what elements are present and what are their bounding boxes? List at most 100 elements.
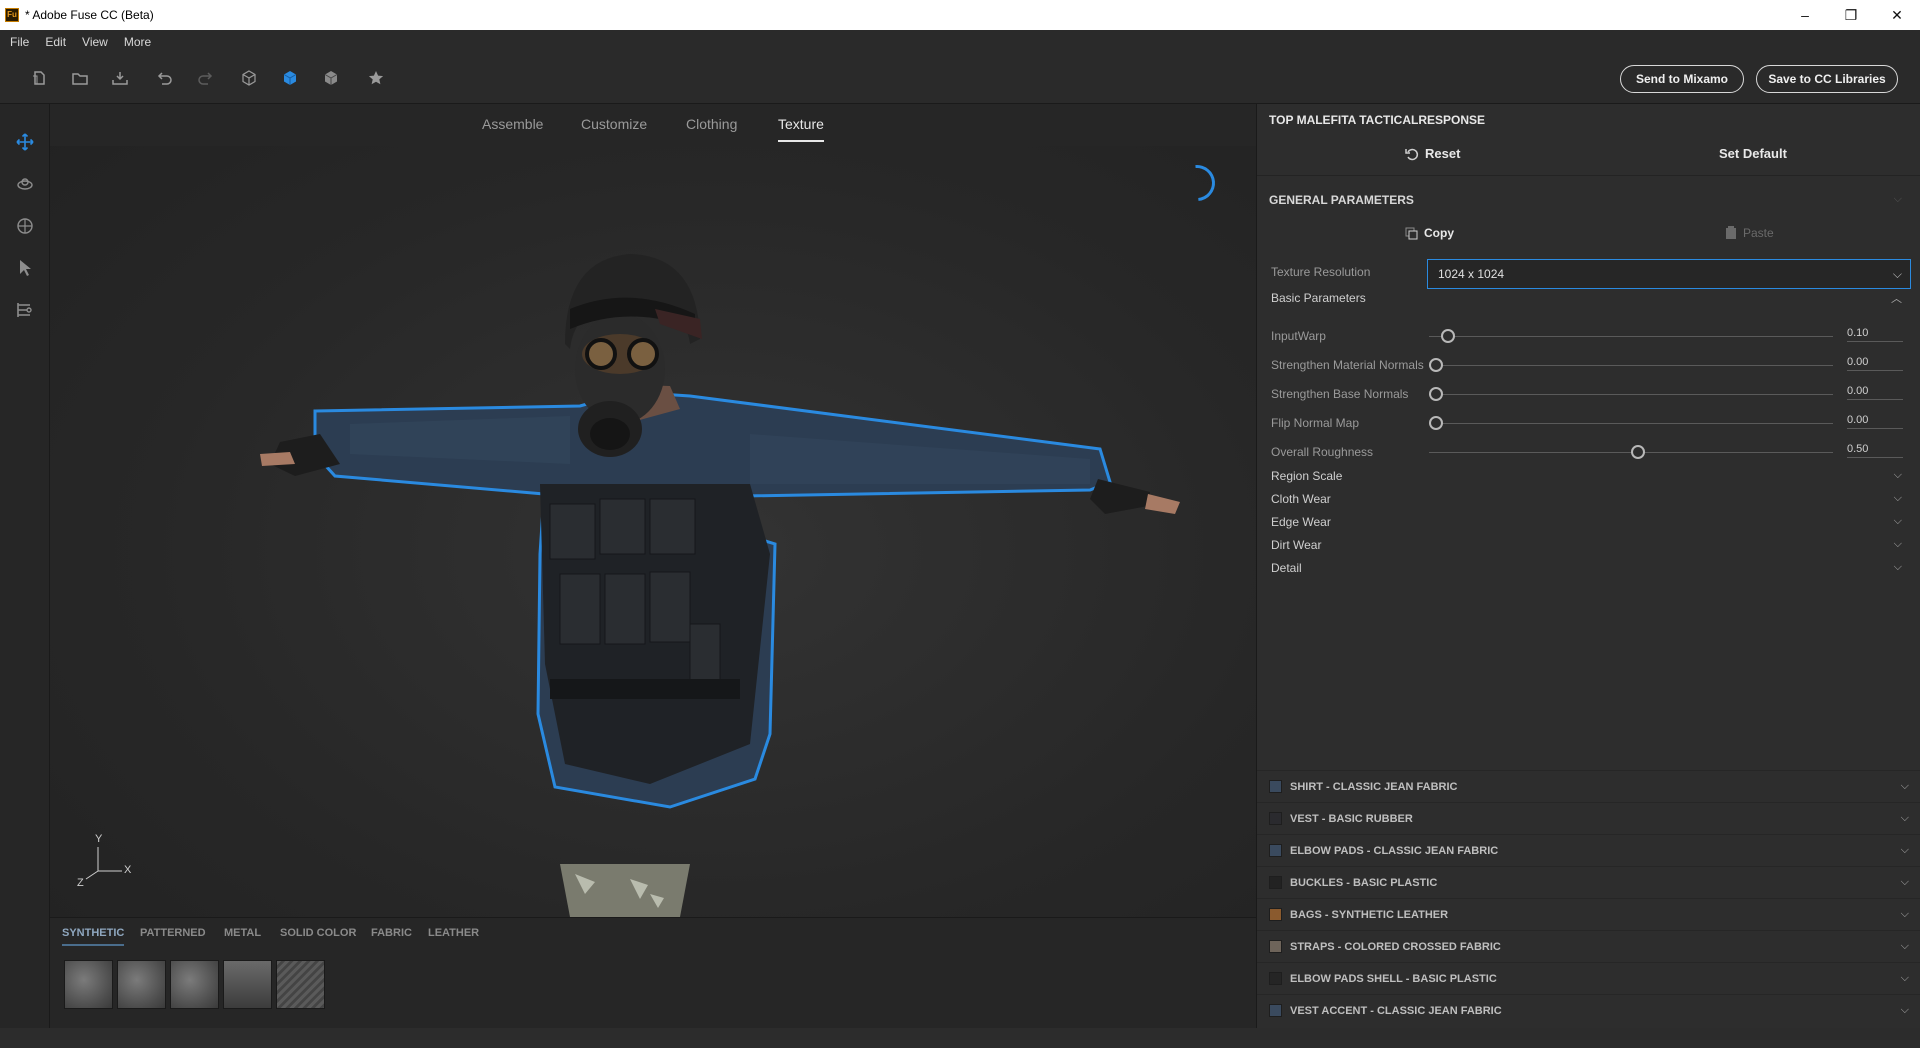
edge-wear-group[interactable]: Edge Wear xyxy=(1271,515,1331,529)
undo-icon[interactable] xyxy=(154,68,174,88)
basic-parameters-header[interactable]: Basic Parameters xyxy=(1271,291,1366,305)
detail-group[interactable]: Detail xyxy=(1271,561,1302,575)
copy-icon xyxy=(1405,227,1418,239)
chevron-down-icon: ⌵ xyxy=(1900,780,1909,792)
material-list-item[interactable]: STRAPS - COLORED CROSSED FABRIC ⌵ xyxy=(1257,930,1920,962)
textured-cube-icon[interactable] xyxy=(321,68,341,88)
texture-resolution-select[interactable]: 1024 x 1024 ⌵ xyxy=(1427,259,1911,289)
slider-label: Overall Roughness xyxy=(1271,445,1374,459)
target-icon[interactable] xyxy=(15,216,35,236)
paste-label: Paste xyxy=(1743,226,1774,240)
chevron-down-icon: ⌵ xyxy=(1893,538,1902,550)
solid-cube-icon[interactable] xyxy=(280,68,300,88)
orbit-icon[interactable] xyxy=(15,174,35,194)
menu-bar: File Edit View More xyxy=(0,30,1920,54)
slider-track[interactable] xyxy=(1429,336,1833,337)
chevron-down-icon: ⌵ xyxy=(1893,492,1902,504)
slider-label: Strengthen Base Normals xyxy=(1271,387,1409,401)
paste-button[interactable]: Paste xyxy=(1725,226,1774,240)
material-swatch[interactable] xyxy=(223,960,272,1009)
menu-view[interactable]: View xyxy=(82,35,108,49)
slider-value-field[interactable]: 0.00 xyxy=(1847,385,1903,400)
save-to-cc-libraries-button[interactable]: Save to CC Libraries xyxy=(1756,65,1898,93)
restore-button[interactable]: ❐ xyxy=(1828,0,1874,30)
material-list-item-label: ELBOW PADS SHELL - BASIC PLASTIC xyxy=(1290,972,1497,985)
slider-value-field[interactable]: 0.10 xyxy=(1847,327,1903,342)
send-to-mixamo-button[interactable]: Send to Mixamo xyxy=(1620,65,1744,93)
wireframe-cube-icon[interactable] xyxy=(239,68,259,88)
slider-track[interactable] xyxy=(1429,394,1833,395)
material-list-item[interactable]: ELBOW PADS - CLASSIC JEAN FABRIC ⌵ xyxy=(1257,834,1920,866)
material-tab-patterned[interactable]: PATTERNED xyxy=(140,927,206,939)
material-tab-leather[interactable]: LEATHER xyxy=(428,927,479,939)
material-swatch[interactable] xyxy=(64,960,113,1009)
new-icon[interactable] xyxy=(29,68,49,88)
material-list-item[interactable]: BAGS - SYNTHETIC LEATHER ⌵ xyxy=(1257,898,1920,930)
slider-handle[interactable] xyxy=(1429,416,1443,430)
material-list-item[interactable]: SHIRT - CLASSIC JEAN FABRIC ⌵ xyxy=(1257,770,1920,802)
slider-handle[interactable] xyxy=(1441,329,1456,343)
redo-icon[interactable] xyxy=(196,68,216,88)
render-settings-icon[interactable] xyxy=(15,300,35,320)
material-swatch[interactable] xyxy=(117,960,166,1009)
chevron-down-icon: ⌵ xyxy=(1893,469,1902,481)
material-list-item[interactable]: ELBOW PADS SHELL - BASIC PLASTIC ⌵ xyxy=(1257,962,1920,994)
chevron-down-icon: ⌵ xyxy=(1893,561,1902,573)
menu-edit[interactable]: Edit xyxy=(45,35,66,49)
material-list-item[interactable]: VEST ACCENT - CLASSIC JEAN FABRIC ⌵ xyxy=(1257,994,1920,1026)
cloth-wear-group[interactable]: Cloth Wear xyxy=(1271,492,1331,506)
material-tab-solid-color[interactable]: SOLID COLOR xyxy=(280,927,356,939)
slider-value-field[interactable]: 0.00 xyxy=(1847,414,1903,429)
menu-more[interactable]: More xyxy=(124,35,151,49)
texture-resolution-value: 1024 x 1024 xyxy=(1438,267,1505,281)
move-icon[interactable] xyxy=(15,132,35,152)
chevron-down-icon: ⌵ xyxy=(1900,972,1909,984)
close-button[interactable]: ✕ xyxy=(1874,0,1920,30)
slider-handle[interactable] xyxy=(1429,358,1443,372)
slider-value-field[interactable]: 0.00 xyxy=(1847,356,1903,371)
material-list-item-label: SHIRT - CLASSIC JEAN FABRIC xyxy=(1290,780,1458,793)
material-list-item[interactable]: VEST - BASIC RUBBER ⌵ xyxy=(1257,802,1920,834)
material-list-item-label: ELBOW PADS - CLASSIC JEAN FABRIC xyxy=(1290,844,1499,857)
region-scale-group[interactable]: Region Scale xyxy=(1271,469,1342,483)
material-list-item-label: STRAPS - COLORED CROSSED FABRIC xyxy=(1290,940,1501,953)
panel-title: TOP MALEFITA TACTICALRESPONSE xyxy=(1269,113,1486,127)
open-icon[interactable] xyxy=(70,68,90,88)
character-model[interactable] xyxy=(50,104,1256,917)
material-browser: SYNTHETIC PATTERNED METAL SOLID COLOR FA… xyxy=(50,917,1256,1028)
slider-handle[interactable] xyxy=(1429,387,1443,401)
chevron-down-icon: ⌵ xyxy=(1900,844,1909,856)
material-swatch[interactable] xyxy=(170,960,219,1009)
set-default-button[interactable]: Set Default xyxy=(1719,146,1787,161)
material-tab-metal[interactable]: METAL xyxy=(224,927,261,939)
minimize-button[interactable]: – xyxy=(1782,0,1828,30)
chevron-down-icon: ⌵ xyxy=(1900,812,1909,824)
material-color-swatch xyxy=(1269,972,1282,985)
material-swatch[interactable] xyxy=(276,960,325,1009)
material-tab-synthetic[interactable]: SYNTHETIC xyxy=(62,927,125,946)
slider-handle[interactable] xyxy=(1631,445,1645,459)
material-list-item[interactable]: BUCKLES - BASIC PLASTIC ⌵ xyxy=(1257,866,1920,898)
select-arrow-icon[interactable] xyxy=(15,258,35,278)
general-parameters-header[interactable]: GENERAL PARAMETERS xyxy=(1269,193,1414,207)
material-list-item-label: BUCKLES - BASIC PLASTIC xyxy=(1290,876,1438,889)
reset-label: Reset xyxy=(1425,146,1461,161)
slider-label: Flip Normal Map xyxy=(1271,416,1360,430)
material-tab-fabric[interactable]: FABRIC xyxy=(371,927,412,939)
menu-file[interactable]: File xyxy=(10,35,29,49)
material-color-swatch xyxy=(1269,940,1282,953)
material-color-swatch xyxy=(1269,844,1282,857)
status-bar xyxy=(0,1028,1920,1048)
copy-label: Copy xyxy=(1424,226,1454,240)
slider-value-field[interactable]: 0.50 xyxy=(1847,443,1903,458)
paste-icon xyxy=(1726,226,1736,239)
slider-track[interactable] xyxy=(1429,423,1833,424)
import-icon[interactable] xyxy=(110,68,130,88)
axis-x-label: X xyxy=(124,864,132,876)
favorite-star-icon[interactable] xyxy=(366,68,386,88)
reset-button[interactable]: Reset xyxy=(1405,146,1460,161)
copy-button[interactable]: Copy xyxy=(1405,226,1454,240)
3d-viewport[interactable]: Assemble Customize Clothing Texture Y Z … xyxy=(50,104,1256,917)
slider-track[interactable] xyxy=(1429,365,1833,366)
dirt-wear-group[interactable]: Dirt Wear xyxy=(1271,538,1321,552)
